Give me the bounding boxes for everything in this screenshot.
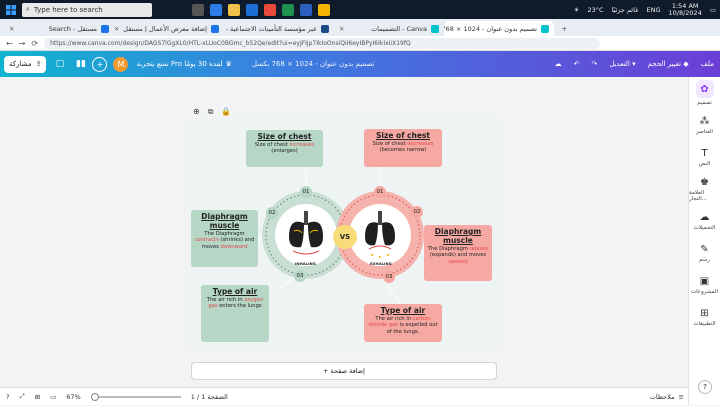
add-collaborator-button[interactable]: +	[92, 56, 108, 72]
exhale-chest-box: Size of chest Size of chest decreases (b…	[364, 129, 442, 167]
forward-icon[interactable]: →	[19, 39, 26, 48]
step-number: 02	[266, 207, 278, 219]
vs-badge: VS	[333, 225, 357, 249]
rail-item-projects[interactable]: ▣ المشروعات	[689, 269, 720, 301]
cloud-icon[interactable]: ☁	[555, 60, 562, 68]
zoom-slider-handle[interactable]	[90, 392, 99, 401]
edge-icon[interactable]	[210, 3, 222, 16]
browser-tab[interactable]: مستقل - Search ✕	[4, 21, 114, 36]
duplicate-page-icon[interactable]: ⧉	[208, 107, 214, 117]
page-indicator[interactable]: الصفحة 1 / 1	[191, 393, 228, 401]
exhale-diaphragm-box: Diaphragm muscle The Diaphragm relaxes (…	[424, 225, 492, 281]
weather-icon: ☀	[573, 5, 580, 14]
windows-taskbar: ⌕ Type here to search ☀ 23°C غائم جزئيًا…	[0, 0, 720, 19]
crown-icon: ♛	[225, 60, 232, 68]
close-icon: ✕	[9, 24, 15, 33]
close-icon: ✕	[114, 24, 120, 33]
reload-icon[interactable]: ⟳	[31, 39, 38, 48]
file-menu[interactable]: ملف	[701, 60, 714, 68]
status-bar: ? ⤢ ⊞ ▭ 67% الصفحة 1 / 1 ملاحظات ≡	[0, 387, 688, 405]
comment-icon[interactable]: ▢	[52, 57, 67, 72]
browser-tab[interactable]: Canva - التصميمات ✕	[334, 21, 444, 36]
close-icon: ✕	[339, 24, 345, 33]
help-button[interactable]: ?	[698, 380, 712, 394]
exhale-air-box: Type of air The air rich in carbon dioxi…	[364, 304, 442, 342]
inhale-chest-box: Size of chest Size of chest increases (e…	[246, 130, 323, 167]
avatar[interactable]: M	[113, 56, 129, 72]
elements-icon: ⁂	[699, 115, 710, 127]
analytics-icon[interactable]: ▮▮	[73, 57, 88, 72]
text-icon: T	[701, 147, 708, 159]
system-tray: ☀ 23°C غائم جزئيًا ENG 1:54 AM 10/8/2024…	[573, 1, 716, 17]
inhale-air-box: Type of air The air rich in oxygen gas e…	[201, 285, 269, 342]
design-icon: ✿	[695, 80, 714, 98]
step-number: 02	[411, 206, 423, 218]
language-indicator[interactable]: ENG	[646, 6, 660, 14]
clock[interactable]: 1:54 AM 10/8/2024	[669, 2, 702, 17]
browser-tab[interactable]: إضافة معرض الأعمال | مستقل ✕	[114, 21, 224, 36]
add-note-icon[interactable]: ⊕	[193, 107, 200, 117]
browser-tab-active[interactable]: تصميم بدون عنوان - 1024 × 768✕	[444, 21, 554, 36]
rail-item-apps[interactable]: ⊞ التطبيقات	[689, 301, 720, 333]
exhaling-label: EXHALING	[370, 261, 392, 266]
notes-button[interactable]: ملاحظات ≡	[650, 388, 684, 406]
search-icon: ⌕	[26, 5, 30, 13]
windows-start-icon[interactable]	[0, 0, 22, 19]
edit-menu[interactable]: التعديل ▾	[609, 60, 635, 68]
step-number: 01	[374, 186, 386, 198]
zoom-level[interactable]: 67%	[66, 393, 80, 401]
pro-trial-button[interactable]: تمتع بتجربة Pro لمدة 30 يومًا ♛	[136, 60, 231, 68]
page-actions: ⊕ ⧉ 🔒	[193, 107, 231, 117]
undo-icon[interactable]: ↶	[574, 60, 580, 68]
word-icon[interactable]	[300, 3, 312, 16]
address-bar: ← → ⟳ https://www.canva.com/design/DAGS7…	[0, 36, 720, 51]
apps-icon: ⊞	[700, 307, 709, 319]
rail-item-draw[interactable]: ✎ رسم	[689, 237, 720, 269]
design-page[interactable]: INHALING EXHALING VS 01 02 03 01 02 03 S…	[191, 119, 497, 351]
inhaling-label: INHALING	[295, 261, 316, 266]
back-icon[interactable]: ←	[6, 39, 13, 48]
zoom-slider[interactable]	[90, 392, 181, 401]
side-panel-rail: ✿ تصميم ⁂ العناصر T النص ♚ العلامة التجار...…	[688, 77, 720, 405]
redo-icon[interactable]: ↷	[592, 60, 598, 68]
fullscreen-icon[interactable]: ⤢	[19, 392, 24, 401]
notes-icon: ≡	[678, 393, 684, 401]
excel-icon[interactable]	[282, 3, 294, 16]
rail-item-brand[interactable]: ♚ العلامة التجار...	[689, 173, 720, 205]
new-tab-button[interactable]: +	[554, 21, 572, 36]
rail-item-elements[interactable]: ⁂ العناصر	[689, 109, 720, 141]
brand-icon: ♚	[700, 176, 709, 188]
lock-icon[interactable]: 🔒	[221, 107, 231, 117]
inhale-diaphragm-box: Diaphragm muscle The Diaphragm contracts…	[191, 210, 258, 267]
page-view-icon[interactable]: ▭	[50, 393, 56, 401]
document-title[interactable]: تصميم بدون عنوان - 1024 × 768 بكسل	[252, 60, 375, 68]
store-icon[interactable]	[246, 3, 258, 16]
upload-icon: ⇪	[35, 60, 42, 68]
chrome-icon[interactable]	[318, 3, 330, 16]
draw-icon: ✎	[700, 243, 709, 255]
office-icon[interactable]	[264, 3, 276, 16]
resize-button[interactable]: تغيير الحجم ◆	[648, 60, 689, 68]
projects-icon: ▣	[699, 275, 710, 287]
browser-tab[interactable]: عبر مؤسسة التأمينات الاجتماعية -✕	[224, 21, 334, 36]
step-number: 03	[294, 270, 306, 282]
file-explorer-icon[interactable]	[228, 3, 240, 16]
uploads-icon: ☁	[699, 211, 710, 223]
rail-item-text[interactable]: T النص	[689, 141, 720, 173]
add-page-button[interactable]: + إضافة صفحة	[191, 362, 497, 380]
taskbar-search-input[interactable]: ⌕ Type here to search	[22, 2, 152, 17]
editor-toolbar: مشاركة ⇪ ▢ ▮▮ + M تمتع بتجربة Pro لمدة 3…	[0, 51, 720, 77]
url-input[interactable]: https://www.canva.com/design/DAGS7lGgXL0…	[44, 37, 600, 49]
task-view-icon[interactable]	[192, 3, 204, 16]
rail-item-uploads[interactable]: ☁ التحميلات	[689, 205, 720, 237]
grid-view-icon[interactable]: ⊞	[35, 393, 40, 401]
step-number: 03	[383, 271, 395, 283]
step-number: 01	[300, 186, 312, 198]
notification-icon[interactable]: ▭	[710, 6, 716, 14]
share-button[interactable]: مشاركة ⇪	[4, 55, 47, 73]
browser-tab-strip: مستقل - Search ✕ إضافة معرض الأعمال | مست…	[0, 19, 720, 36]
help-circle-icon[interactable]: ?	[6, 393, 9, 401]
rail-item-design[interactable]: ✿ تصميم	[689, 77, 720, 109]
